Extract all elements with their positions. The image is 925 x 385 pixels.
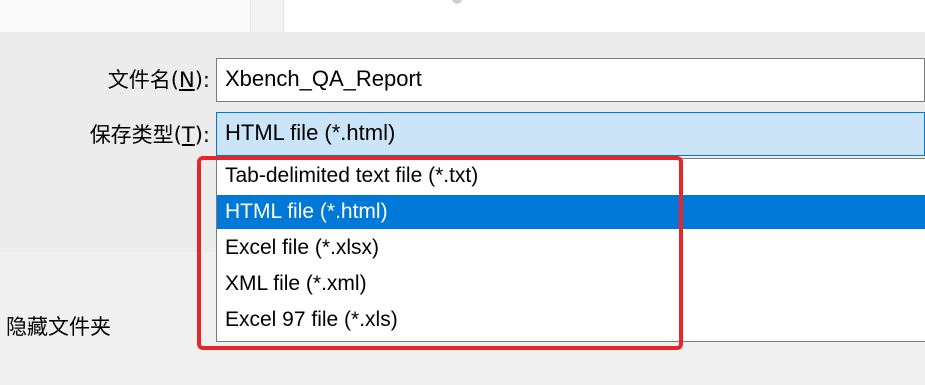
- column-divider[interactable]: [250, 0, 284, 32]
- filename-input[interactable]: Xbench_QA_Report: [216, 58, 925, 102]
- hide-folders-toggle[interactable]: 隐藏文件夹: [6, 313, 111, 341]
- scroll-handle[interactable]: [452, 0, 462, 4]
- save-type-select[interactable]: HTML file (*.html): [216, 112, 925, 156]
- file-list-column: [0, 0, 250, 32]
- highlight-box: [197, 156, 683, 350]
- save-type-label: 保存类型(T):: [89, 123, 210, 147]
- file-list-area: [0, 0, 925, 32]
- filename-label: 文件名(N):: [107, 68, 210, 92]
